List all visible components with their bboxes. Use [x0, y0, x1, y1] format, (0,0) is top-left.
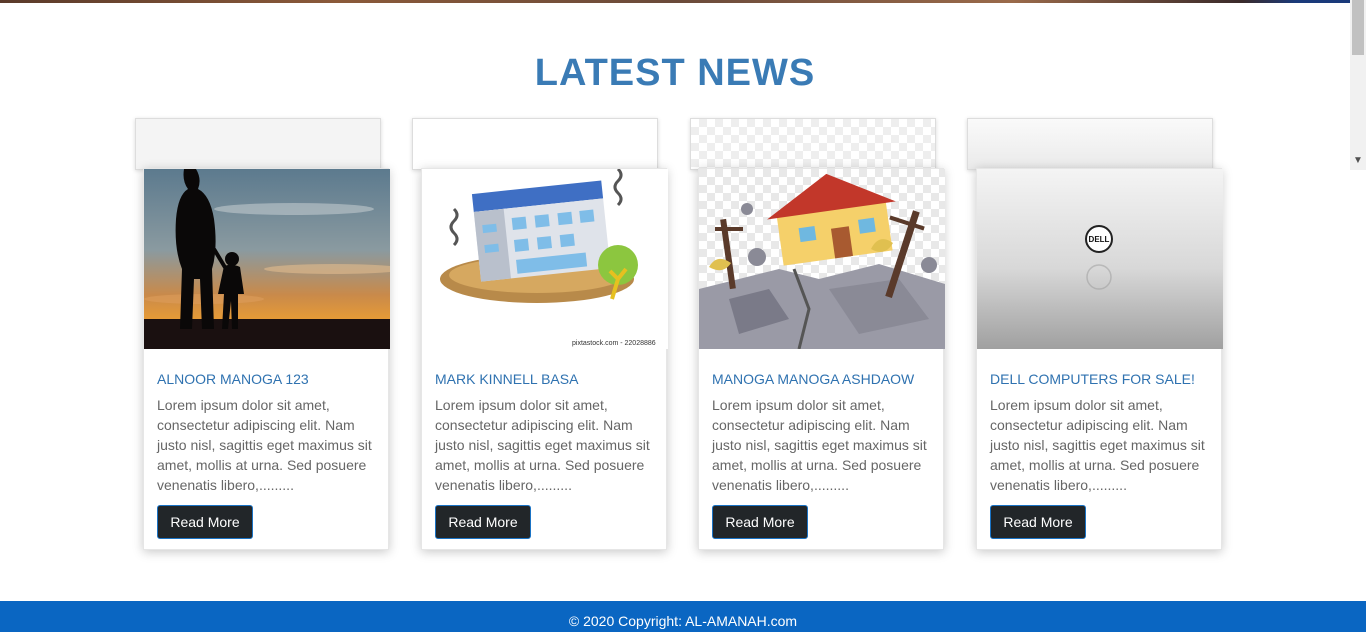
- scrollbar[interactable]: ▼: [1350, 0, 1366, 170]
- card-back-1: [135, 118, 381, 170]
- news-card: DELL DELL COMPUTERS FOR SALE! Lorem ipsu…: [976, 168, 1223, 550]
- news-card: pixtastock.com - 22028886 MARK KINNELL B…: [421, 168, 668, 550]
- section-title: LATEST NEWS: [534, 52, 816, 94]
- earthquake-house-image: [699, 169, 945, 349]
- card-title[interactable]: MARK KINNELL BASA: [435, 371, 578, 387]
- scrollbar-thumb[interactable]: [1352, 0, 1364, 55]
- card-back-4: [967, 118, 1213, 170]
- silhouette-sunset-image: [144, 169, 390, 349]
- read-more-button[interactable]: Read More: [990, 505, 1086, 539]
- read-more-button[interactable]: Read More: [435, 505, 531, 539]
- card-text: Lorem ipsum dolor sit amet, consectetur …: [990, 397, 1205, 493]
- dell-logo-image: DELL: [977, 169, 1223, 349]
- footer: © 2020 Copyright: AL-AMANAH.com: [0, 601, 1366, 632]
- card-title[interactable]: DELL COMPUTERS FOR SALE!: [990, 371, 1195, 387]
- card-title[interactable]: MANOGA MANOGA ASHDAOW: [712, 371, 914, 387]
- card-back-2: [412, 118, 658, 170]
- scroll-down-arrow-icon[interactable]: ▼: [1350, 154, 1366, 168]
- card-text: Lorem ipsum dolor sit amet, consectetur …: [157, 397, 372, 493]
- card-text: Lorem ipsum dolor sit amet, consectetur …: [712, 397, 927, 493]
- tilted-building-image: pixtastock.com - 22028886: [422, 169, 668, 349]
- news-card: MANOGA MANOGA ASHDAOW Lorem ipsum dolor …: [698, 168, 945, 550]
- card-text: Lorem ipsum dolor sit amet, consectetur …: [435, 397, 650, 493]
- read-more-button[interactable]: Read More: [712, 505, 808, 539]
- image-watermark: pixtastock.com - 22028886: [572, 340, 656, 347]
- footer-copyright: © 2020 Copyright: AL-AMANAH.com: [568, 613, 798, 629]
- top-banner-strip: [0, 0, 1350, 3]
- news-card: ALNOOR MANOGA 123 Lorem ipsum dolor sit …: [143, 168, 390, 550]
- card-title[interactable]: ALNOOR MANOGA 123: [157, 371, 309, 387]
- dell-logo-text: DELL: [1089, 235, 1110, 244]
- card-back-3: [690, 118, 936, 170]
- read-more-button[interactable]: Read More: [157, 505, 253, 539]
